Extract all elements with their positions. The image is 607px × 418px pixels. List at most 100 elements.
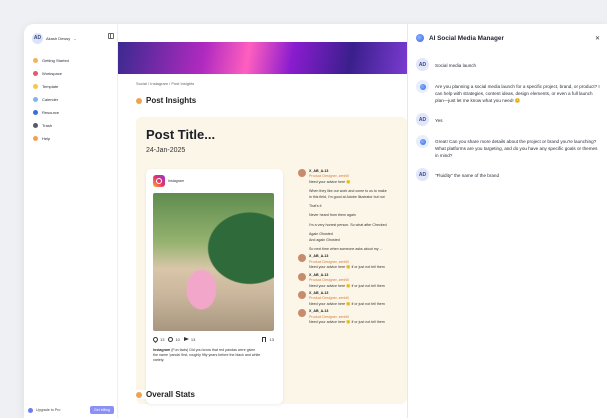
section-title-overall-stats: Overall Stats [136, 390, 199, 399]
sidebar-item-label: Template [42, 83, 59, 89]
send-icon [183, 337, 189, 341]
avatar [298, 272, 306, 281]
sidebar-item-label: Trash [42, 122, 53, 128]
ai-panel-header: AI Social Media Manager ✕ [416, 32, 600, 44]
avatar [298, 309, 306, 318]
comment-button[interactable]: 10 [168, 336, 180, 342]
comment-item: X_AB_A-13 Product Designer, zenhill Need… [298, 254, 407, 270]
sidebar-item-template[interactable]: Template [30, 80, 112, 92]
comment-item: X_AB_A-13 Product Designer, zenhill Need… [298, 169, 407, 252]
sidebar-nav: Getting Started Workspace Template Calen… [30, 54, 112, 145]
chat-message-ai: Great! Can you share more details about … [416, 135, 600, 159]
ai-panel-title: AI Social Media Manager [429, 34, 504, 42]
message-text: Are you planning a social media launch f… [435, 84, 600, 103]
close-icon[interactable]: ✕ [595, 35, 600, 42]
message-text: "Fluidity" the name of the brand [435, 173, 500, 178]
sidebar-item-trash[interactable]: Trash [30, 119, 112, 131]
sidebar-item-label: Resource [42, 109, 60, 115]
upgrade-button[interactable]: Get billing [90, 406, 114, 414]
upgrade-box: Upgrade to Pro Get billing [28, 404, 114, 416]
sidebar-item-label: Help [42, 135, 51, 141]
comment-line: Need your advice here 🙂 if or just not t… [309, 319, 385, 324]
comment-line: in this field, I'm good at Adobe Illustr… [309, 194, 385, 199]
comment-item: X_AB_A-13 Product Designer, zenhill Need… [298, 272, 407, 289]
post-card: Post Title... 24-Jan-2025 Instagram 13 1… [136, 117, 407, 404]
workspace-switcher[interactable]: AD Akash Dewsy ⌄ [32, 32, 110, 44]
workspace-icon [33, 70, 38, 76]
chevron-down-icon: ⌄ [73, 35, 77, 41]
comment-line: Need your advice here 🙂 if or just not t… [309, 283, 385, 288]
post-actions: 13 10 13 13 [151, 335, 274, 343]
message-text: Social media launch [435, 63, 477, 68]
chat-message-user: AD Yes [416, 113, 600, 126]
post-title: Post Title... [146, 127, 216, 142]
workspace-name: Akash Dewsy [46, 35, 71, 41]
chat-message-user: AD "Fluidity" the name of the brand [416, 168, 600, 181]
sidebar-item-label: Calender [42, 96, 59, 102]
sidebar: AD Akash Dewsy ⌄ Getting Started Workspa… [24, 24, 118, 418]
rocket-icon [33, 57, 38, 63]
share-count: 13 [190, 336, 196, 342]
instagram-post-preview: Instagram 13 10 13 13 Instagram (Fun fac… [146, 169, 283, 404]
template-icon [33, 83, 38, 89]
bookmark-icon[interactable] [261, 336, 266, 342]
stats-icon [136, 391, 142, 398]
heart-icon [151, 335, 160, 343]
message-text: Yes [435, 118, 443, 123]
sidebar-item-workspace[interactable]: Workspace [30, 67, 112, 79]
globe-icon [33, 109, 38, 115]
overall-stats-title: Overall Stats [146, 390, 195, 399]
cover-banner [118, 42, 407, 74]
sidebar-item-help[interactable]: Help [30, 132, 112, 144]
ai-assistant-panel: AI Social Media Manager ✕ AD Social medi… [407, 24, 607, 418]
like-button[interactable]: 13 [151, 335, 165, 343]
post-image [153, 193, 274, 331]
sidebar-item-label: Getting Started [42, 57, 69, 63]
avatar [298, 290, 306, 299]
share-button[interactable]: 13 [183, 336, 196, 342]
ai-avatar-icon [416, 80, 429, 93]
comment-icon [168, 336, 174, 342]
comment-line: When they like our work and come to us t… [309, 189, 387, 194]
help-icon [33, 135, 38, 141]
trash-icon [33, 122, 38, 128]
post-caption: Instagram (Fun facts) Did you know that … [153, 348, 274, 363]
workspace-avatar: AD [32, 32, 43, 44]
instagram-icon [153, 175, 165, 187]
avatar: AD [416, 113, 429, 126]
caption-text-line-3: variety. [153, 358, 165, 362]
avatar [298, 169, 306, 177]
ai-avatar-icon [416, 135, 429, 148]
sidebar-item-resource[interactable]: Resource [30, 106, 112, 118]
chat-thread: AD Social media launch Are you planning … [416, 58, 600, 190]
caption-text: (Fun facts) Did you know that red pandas… [171, 348, 256, 352]
comment-line: Need your advice here 🙂 if or just not t… [309, 265, 385, 270]
sidebar-item-getting-started[interactable]: Getting Started [30, 54, 112, 66]
breadcrumb[interactable]: Social / Instagram / Post Insights [136, 81, 194, 86]
comment-line: Need your advice here 🙂 if or just not t… [309, 301, 385, 306]
caption-handle: Instagram [153, 348, 171, 352]
post-date: 24-Jan-2025 [146, 147, 186, 154]
avatar: AD [416, 168, 429, 181]
page-title: Post Insights [136, 96, 196, 105]
chat-message-ai: Are you planning a social media launch f… [416, 80, 600, 104]
comment-line: So next time when someone asks about my … [309, 247, 383, 252]
page-title-text: Post Insights [146, 96, 197, 105]
caption-text-line-2: the name 'panda' first, roughly fifty ye… [153, 353, 261, 357]
upgrade-text: Upgrade to Pro [36, 408, 61, 412]
comment-item: X_AB_A-13 Product Designer, zenhill Need… [298, 290, 407, 307]
ai-logo-icon [416, 34, 424, 42]
sidebar-item-label: Workspace [42, 70, 62, 76]
sidebar-toggle-icon[interactable] [108, 33, 114, 39]
comment-line: I'm a very honest person. So what after … [309, 222, 387, 227]
app-window: AD Akash Dewsy ⌄ Getting Started Workspa… [24, 24, 607, 418]
chat-message-user: AD Social media launch [416, 58, 600, 71]
instagram-account-name: Instagram [168, 179, 184, 183]
comment-item: X_AB_A-13 Product Designer, zenhill Need… [298, 309, 407, 325]
sidebar-item-calender[interactable]: Calender [30, 93, 112, 105]
save-count: 13 [269, 336, 274, 342]
avatar [298, 254, 306, 263]
calendar-icon [33, 96, 38, 102]
like-count: 13 [160, 336, 165, 342]
message-text: Great! Can you share more details about … [435, 139, 598, 158]
